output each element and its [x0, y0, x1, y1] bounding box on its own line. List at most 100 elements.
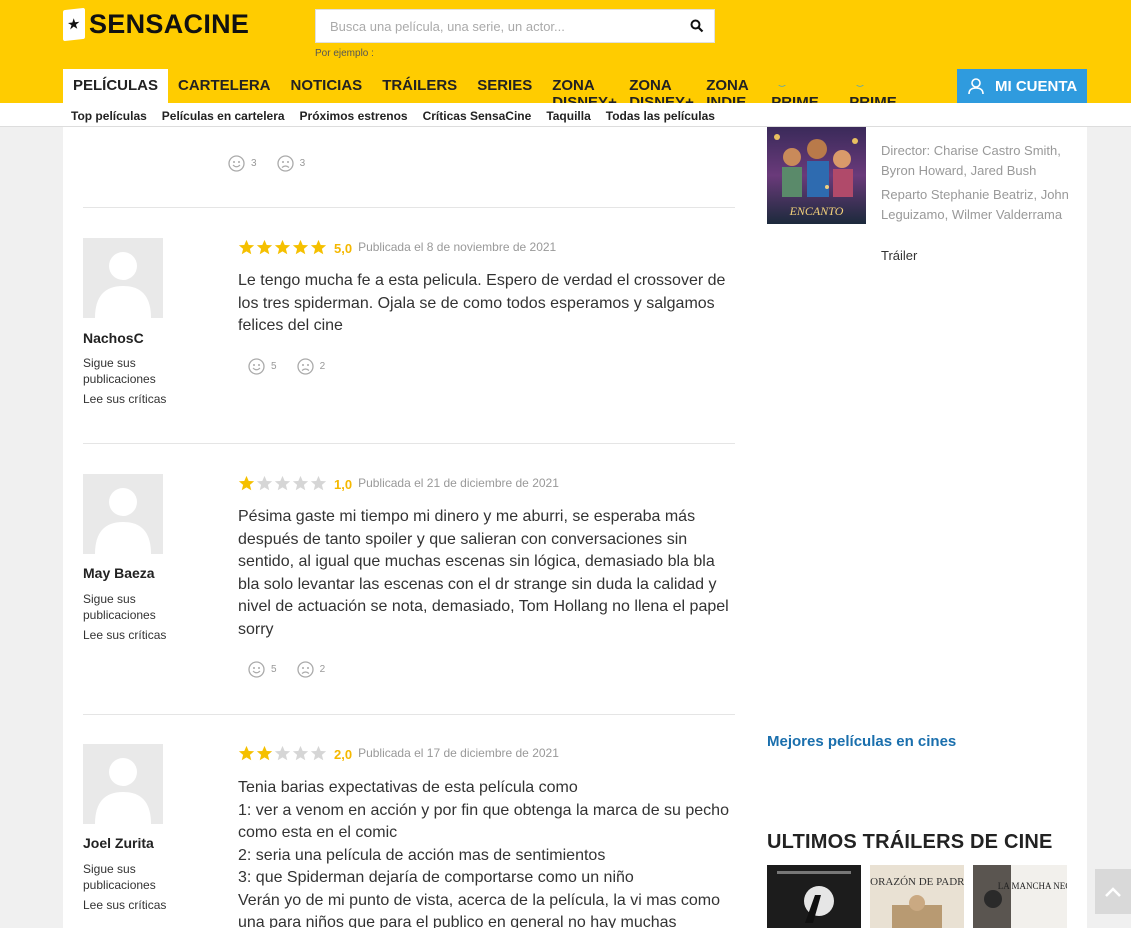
happy-face-icon [248, 661, 265, 678]
star-filled-icon [274, 239, 291, 254]
vote-up[interactable]: 5 [248, 661, 277, 678]
movie-poster[interactable]: ENCANTO [767, 127, 866, 224]
star-empty-icon [292, 475, 309, 490]
nav-cartelera[interactable]: CARTELERA [168, 69, 281, 103]
star-filled-icon [310, 239, 327, 254]
review-card: NachosC Sigue sus publicaciones Lee sus … [83, 207, 735, 443]
nav-prime-video-2[interactable]: PRIME VIDEO [849, 69, 927, 103]
site-header: ★ SENSACINE Por ejemplo : PELÍCULAS CART… [0, 0, 1131, 103]
trailers-section-title: ULTIMOS TRÁILERS DE CINE [767, 831, 1053, 853]
review-date: Publicada el 17 de diciembre de 2021 [358, 746, 559, 760]
subnav-top-peliculas[interactable]: Top películas [71, 109, 147, 123]
movie-director: Director: Charise Castro Smith, Byron Ho… [881, 143, 1061, 178]
vote-down[interactable]: 2 [296, 661, 326, 678]
poster-title-text: ENCANTO [789, 204, 844, 218]
avatar[interactable] [83, 744, 163, 824]
follow-link[interactable]: Sigue sus publicaciones [83, 591, 193, 623]
trailer-thumb[interactable]: LA MANCHA NEGRA [973, 865, 1067, 928]
vote-down-count: 2 [319, 664, 326, 675]
review-username[interactable]: NachosC [83, 330, 144, 346]
logo-star-icon: ★ [63, 7, 85, 42]
vote-down-count: 3 [299, 158, 306, 169]
nav-noticias[interactable]: NOTICIAS [281, 69, 373, 103]
review-username[interactable]: Joel Zurita [83, 835, 154, 851]
read-reviews-link[interactable]: Lee sus críticas [83, 898, 166, 912]
nav-zona-indie[interactable]: ZONA INDIE [696, 69, 771, 103]
review-text: Tenia barias expectativas de esta pelícu… [238, 779, 729, 928]
prime-smile-icon [778, 85, 786, 87]
search-box [315, 9, 715, 43]
vote-down-count: 2 [319, 361, 326, 372]
star-empty-icon [292, 745, 309, 760]
trailer-thumb[interactable] [767, 865, 861, 928]
happy-face-icon [248, 358, 265, 375]
trailer-thumb[interactable]: CORAZÓN DE PADRE [870, 865, 964, 928]
vote-up[interactable]: 3 [228, 155, 257, 172]
subnav-cartelera[interactable]: Películas en cartelera [162, 109, 285, 123]
best-movies-link[interactable]: Mejores películas en cines [767, 733, 956, 750]
nav-zona-disney-2[interactable]: ZONA DISNEY+ [619, 69, 696, 103]
review-card: Joel Zurita Sigue sus publicaciones Lee … [83, 714, 735, 928]
nav-series[interactable]: SERIES [467, 69, 542, 103]
search-input[interactable] [316, 10, 680, 42]
subnav-todas[interactable]: Todas las películas [606, 109, 715, 123]
chevron-up-icon [1105, 886, 1121, 897]
star-empty-icon [310, 745, 327, 760]
nav-trailers[interactable]: TRÁILERS [372, 69, 467, 103]
review-votes: 5 2 [248, 358, 325, 375]
star-rating [238, 239, 327, 256]
star-empty-icon [274, 475, 291, 490]
vote-down[interactable]: 2 [296, 358, 326, 375]
star-filled-icon [238, 475, 255, 490]
star-filled-icon [256, 745, 273, 760]
subnav-criticas[interactable]: Críticas SensaCine [423, 109, 532, 123]
thumb-title-text: LA MANCHA NEGRA [998, 881, 1067, 891]
sad-face-icon [296, 358, 314, 375]
sensacine-logo[interactable]: ★ SENSACINE [63, 7, 249, 42]
review-score: 5,0 [334, 241, 353, 256]
subnav-taquilla[interactable]: Taquilla [546, 109, 590, 123]
star-filled-icon [238, 239, 255, 254]
vote-up-count: 3 [251, 158, 257, 169]
read-reviews-link[interactable]: Lee sus críticas [83, 392, 166, 406]
star-rating [238, 745, 327, 762]
nav-prime-label: PRIME VIDEO [849, 94, 897, 103]
follow-link[interactable]: Sigue sus publicaciones [83, 355, 193, 387]
review-votes: 3 3 [228, 155, 305, 172]
prime-smile-icon [856, 85, 864, 87]
follow-link[interactable]: Sigue sus publicaciones [83, 861, 193, 893]
vote-up-count: 5 [271, 361, 277, 372]
main-nav: PELÍCULAS CARTELERA NOTICIAS TRÁILERS SE… [63, 69, 927, 103]
vote-up[interactable]: 5 [248, 358, 277, 375]
sub-nav: Top películas Películas en cartelera Pró… [0, 103, 1131, 127]
avatar[interactable] [83, 238, 163, 318]
star-filled-icon [256, 239, 273, 254]
main-content: 3 3 NachosC Sigue sus publicaciones Lee … [63, 127, 1087, 928]
review-score: 2,0 [334, 747, 353, 762]
account-button[interactable]: MI CUENTA [957, 69, 1087, 103]
review-rating: 2,0 Publicada el 17 de diciembre de 2021 [238, 744, 559, 762]
star-filled-icon [238, 745, 255, 760]
scroll-to-top-button[interactable] [1095, 869, 1131, 914]
avatar[interactable] [83, 474, 163, 554]
review-text: Le tengo mucha fe a esta pelicula. Esper… [238, 272, 726, 334]
thumb-title-text: CORAZÓN DE PADRE [870, 876, 964, 888]
star-empty-icon [256, 475, 273, 490]
sad-face-icon [296, 661, 314, 678]
star-rating [238, 475, 327, 492]
star-empty-icon [274, 745, 291, 760]
vote-down[interactable]: 3 [276, 155, 306, 172]
user-icon [968, 78, 984, 95]
trailer-link[interactable]: Tráiler [881, 248, 917, 263]
read-reviews-link[interactable]: Lee sus críticas [83, 628, 166, 642]
review-card: May Baeza Sigue sus publicaciones Lee su… [83, 443, 735, 714]
review-rating: 5,0 Publicada el 8 de noviembre de 2021 [238, 238, 556, 256]
review-date: Publicada el 8 de noviembre de 2021 [358, 240, 557, 254]
star-filled-icon [292, 239, 309, 254]
subnav-proximos-estrenos[interactable]: Próximos estrenos [300, 109, 408, 123]
nav-peliculas[interactable]: PELÍCULAS [63, 69, 169, 103]
nav-zona-disney-1[interactable]: ZONA DISNEY+ [542, 69, 619, 103]
search-icon[interactable] [680, 9, 714, 43]
review-username[interactable]: May Baeza [83, 565, 155, 581]
nav-prime-video-1[interactable]: PRIME VIDEO [771, 69, 849, 103]
